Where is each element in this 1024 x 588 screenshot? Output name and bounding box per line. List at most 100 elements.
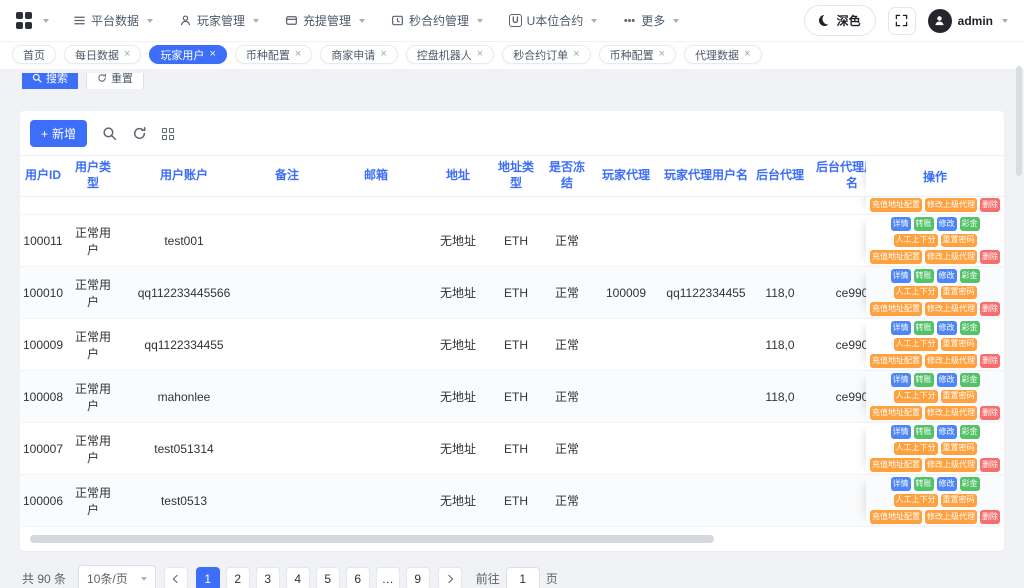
action-change-parent-agent[interactable]: 修改上级代理 bbox=[925, 406, 977, 419]
close-icon[interactable]: × bbox=[573, 49, 579, 60]
action-change-parent-agent[interactable]: 修改上级代理 bbox=[925, 510, 977, 523]
prev-page-button[interactable] bbox=[164, 567, 188, 588]
action-transfer[interactable]: 转账 bbox=[914, 217, 934, 230]
action-edit[interactable]: 修改 bbox=[937, 373, 957, 386]
nav-more[interactable]: 更多 bbox=[623, 12, 679, 29]
window-scrollbar[interactable] bbox=[1016, 66, 1022, 176]
page-button-3[interactable]: 3 bbox=[256, 567, 280, 588]
tab-玩家用户[interactable]: 玩家用户× bbox=[149, 45, 226, 64]
action-deposit-address-config[interactable]: 充值地址配置 bbox=[870, 510, 922, 523]
action-bonus[interactable]: 彩金 bbox=[960, 321, 980, 334]
action-transfer[interactable]: 转账 bbox=[914, 477, 934, 490]
action-bonus[interactable]: 彩金 bbox=[960, 217, 980, 230]
action-edit[interactable]: 修改 bbox=[937, 321, 957, 334]
page-button-2[interactable]: 2 bbox=[226, 567, 250, 588]
action-edit[interactable]: 修改 bbox=[937, 269, 957, 282]
nav-u-contract[interactable]: U U本位合约 bbox=[509, 12, 597, 29]
search-button[interactable]: 搜索 bbox=[22, 73, 78, 89]
nav-platform-data[interactable]: 平台数据 bbox=[73, 12, 153, 29]
action-reset-password[interactable]: 重置密码 bbox=[941, 442, 977, 455]
user-menu[interactable]: admin bbox=[928, 9, 1008, 33]
action-bonus[interactable]: 彩金 bbox=[960, 269, 980, 282]
tab-每日数据[interactable]: 每日数据× bbox=[64, 45, 141, 64]
close-icon[interactable]: × bbox=[659, 49, 665, 60]
page-size-select[interactable]: 10条/页 bbox=[78, 565, 156, 588]
action-manual-adjust[interactable]: 人工上下分 bbox=[894, 442, 938, 455]
action-transfer[interactable]: 转账 bbox=[914, 269, 934, 282]
tab-代理数据[interactable]: 代理数据× bbox=[684, 45, 761, 64]
action-reset-password[interactable]: 重置密码 bbox=[941, 286, 977, 299]
action-transfer[interactable]: 转账 bbox=[914, 425, 934, 438]
action-detail[interactable]: 详情 bbox=[891, 321, 911, 334]
action-delete[interactable]: 删除 bbox=[980, 354, 1000, 367]
close-icon[interactable]: × bbox=[477, 49, 483, 60]
nav-player-management[interactable]: 玩家管理 bbox=[179, 12, 259, 29]
tab-币种配置[interactable]: 币种配置× bbox=[599, 45, 676, 64]
action-deposit-address-config[interactable]: 充值地址配置 bbox=[870, 406, 922, 419]
action-deposit-address-config[interactable]: 充值地址配置 bbox=[870, 198, 922, 211]
reset-button[interactable]: 重置 bbox=[86, 73, 144, 89]
tab-币种配置[interactable]: 币种配置× bbox=[235, 45, 312, 64]
action-delete[interactable]: 删除 bbox=[980, 198, 1000, 211]
action-edit[interactable]: 修改 bbox=[937, 425, 957, 438]
nav-recharge-management[interactable]: 充提管理 bbox=[285, 12, 365, 29]
dark-mode-toggle[interactable]: 深色 bbox=[804, 5, 876, 36]
next-page-button[interactable] bbox=[438, 567, 462, 588]
action-deposit-address-config[interactable]: 充值地址配置 bbox=[870, 302, 922, 315]
fullscreen-button[interactable] bbox=[888, 7, 916, 35]
action-delete[interactable]: 删除 bbox=[980, 458, 1000, 471]
column-settings-button[interactable] bbox=[162, 128, 174, 140]
action-transfer[interactable]: 转账 bbox=[914, 321, 934, 334]
action-delete[interactable]: 删除 bbox=[980, 250, 1000, 263]
page-button-9[interactable]: 9 bbox=[406, 567, 430, 588]
action-reset-password[interactable]: 重置密码 bbox=[941, 338, 977, 351]
action-manual-adjust[interactable]: 人工上下分 bbox=[894, 286, 938, 299]
page-button-1[interactable]: 1 bbox=[196, 567, 220, 588]
action-reset-password[interactable]: 重置密码 bbox=[941, 390, 977, 403]
tab-秒合约订单[interactable]: 秒合约订单× bbox=[502, 45, 590, 64]
action-edit[interactable]: 修改 bbox=[937, 477, 957, 490]
close-icon[interactable]: × bbox=[295, 49, 301, 60]
close-icon[interactable]: × bbox=[744, 49, 750, 60]
tab-商家申请[interactable]: 商家申请× bbox=[320, 45, 397, 64]
action-delete[interactable]: 删除 bbox=[980, 302, 1000, 315]
page-ellipsis[interactable]: … bbox=[376, 567, 400, 588]
close-icon[interactable]: × bbox=[209, 49, 215, 60]
action-transfer[interactable]: 转账 bbox=[914, 373, 934, 386]
page-button-5[interactable]: 5 bbox=[316, 567, 340, 588]
action-manual-adjust[interactable]: 人工上下分 bbox=[894, 390, 938, 403]
goto-page-input[interactable] bbox=[506, 567, 540, 588]
action-manual-adjust[interactable]: 人工上下分 bbox=[894, 494, 938, 507]
scrollbar-thumb[interactable] bbox=[30, 535, 714, 543]
table-refresh-button[interactable] bbox=[132, 126, 147, 141]
action-deposit-address-config[interactable]: 充值地址配置 bbox=[870, 250, 922, 263]
add-button[interactable]: + 新增 bbox=[30, 120, 87, 147]
action-deposit-address-config[interactable]: 充值地址配置 bbox=[870, 458, 922, 471]
action-delete[interactable]: 删除 bbox=[980, 510, 1000, 523]
tab-控盘机器人[interactable]: 控盘机器人× bbox=[406, 45, 494, 64]
action-delete[interactable]: 删除 bbox=[980, 406, 1000, 419]
action-bonus[interactable]: 彩金 bbox=[960, 425, 980, 438]
table-search-toggle[interactable] bbox=[102, 126, 117, 141]
horizontal-scrollbar[interactable] bbox=[30, 535, 994, 543]
action-reset-password[interactable]: 重置密码 bbox=[941, 234, 977, 247]
action-change-parent-agent[interactable]: 修改上级代理 bbox=[925, 458, 977, 471]
action-manual-adjust[interactable]: 人工上下分 bbox=[894, 234, 938, 247]
action-detail[interactable]: 详情 bbox=[891, 477, 911, 490]
action-bonus[interactable]: 彩金 bbox=[960, 373, 980, 386]
action-bonus[interactable]: 彩金 bbox=[960, 477, 980, 490]
tab-首页[interactable]: 首页 bbox=[12, 45, 56, 64]
action-detail[interactable]: 详情 bbox=[891, 425, 911, 438]
close-icon[interactable]: × bbox=[380, 49, 386, 60]
action-manual-adjust[interactable]: 人工上下分 bbox=[894, 338, 938, 351]
action-detail[interactable]: 详情 bbox=[891, 217, 911, 230]
action-change-parent-agent[interactable]: 修改上级代理 bbox=[925, 198, 977, 211]
action-change-parent-agent[interactable]: 修改上级代理 bbox=[925, 250, 977, 263]
page-button-6[interactable]: 6 bbox=[346, 567, 370, 588]
action-change-parent-agent[interactable]: 修改上级代理 bbox=[925, 354, 977, 367]
nav-seconds-contract[interactable]: 秒合约管理 bbox=[391, 12, 483, 29]
app-logo[interactable] bbox=[16, 12, 49, 30]
action-deposit-address-config[interactable]: 充值地址配置 bbox=[870, 354, 922, 367]
action-reset-password[interactable]: 重置密码 bbox=[941, 494, 977, 507]
action-detail[interactable]: 详情 bbox=[891, 373, 911, 386]
